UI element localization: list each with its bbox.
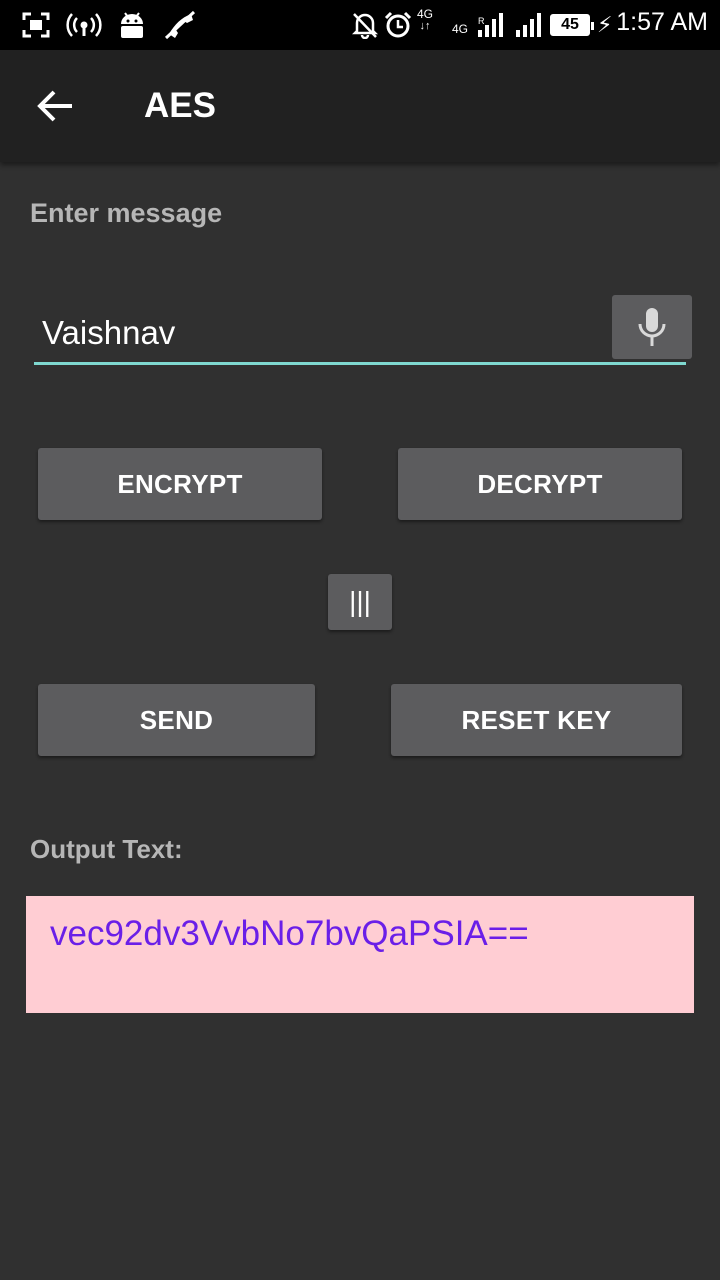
- voice-input-button[interactable]: [612, 295, 692, 359]
- output-label: Output Text:: [30, 834, 183, 864]
- network-type-icon: 4G ↓↑: [417, 7, 434, 32]
- input-underline: [34, 362, 686, 365]
- menu-button[interactable]: |||: [328, 574, 392, 630]
- android-icon: [118, 10, 146, 40]
- phone-off-icon: [163, 10, 197, 40]
- signal-icon: [476, 10, 504, 40]
- alarm-clock-icon: [384, 10, 412, 40]
- output-box: vec92dv3VvbNo7bvQaPSIA==: [26, 896, 694, 1013]
- back-button[interactable]: [30, 80, 82, 132]
- signal-icon: [514, 10, 542, 40]
- message-input[interactable]: [34, 305, 610, 361]
- microphone-icon: [638, 308, 666, 346]
- page-title: AES: [144, 86, 216, 125]
- hotspot-icon: [66, 10, 102, 40]
- encrypt-button[interactable]: ENCRYPT: [38, 448, 322, 520]
- screenshot-icon: [22, 10, 50, 40]
- app-bar: AES: [0, 50, 720, 162]
- charging-icon: ⚡: [597, 12, 613, 37]
- alarm-off-icon: [352, 10, 378, 40]
- network-type-label: 4G: [452, 22, 469, 36]
- arrow-left-icon: [37, 90, 72, 122]
- reset-key-button[interactable]: RESET KEY: [391, 684, 682, 756]
- output-text: vec92dv3VvbNo7bvQaPSIA==: [50, 914, 529, 953]
- status-bar: 4G ↓↑ 4G R 45 ⚡ 1:57 AM: [0, 0, 720, 50]
- battery-icon: 45: [550, 14, 594, 36]
- message-label: Enter message: [30, 198, 223, 228]
- send-button[interactable]: SEND: [38, 684, 315, 756]
- network-label: 4G: [417, 7, 434, 21]
- decrypt-button[interactable]: DECRYPT: [398, 448, 682, 520]
- status-time: 1:57 AM: [616, 8, 708, 36]
- battery-level: 45: [561, 16, 579, 33]
